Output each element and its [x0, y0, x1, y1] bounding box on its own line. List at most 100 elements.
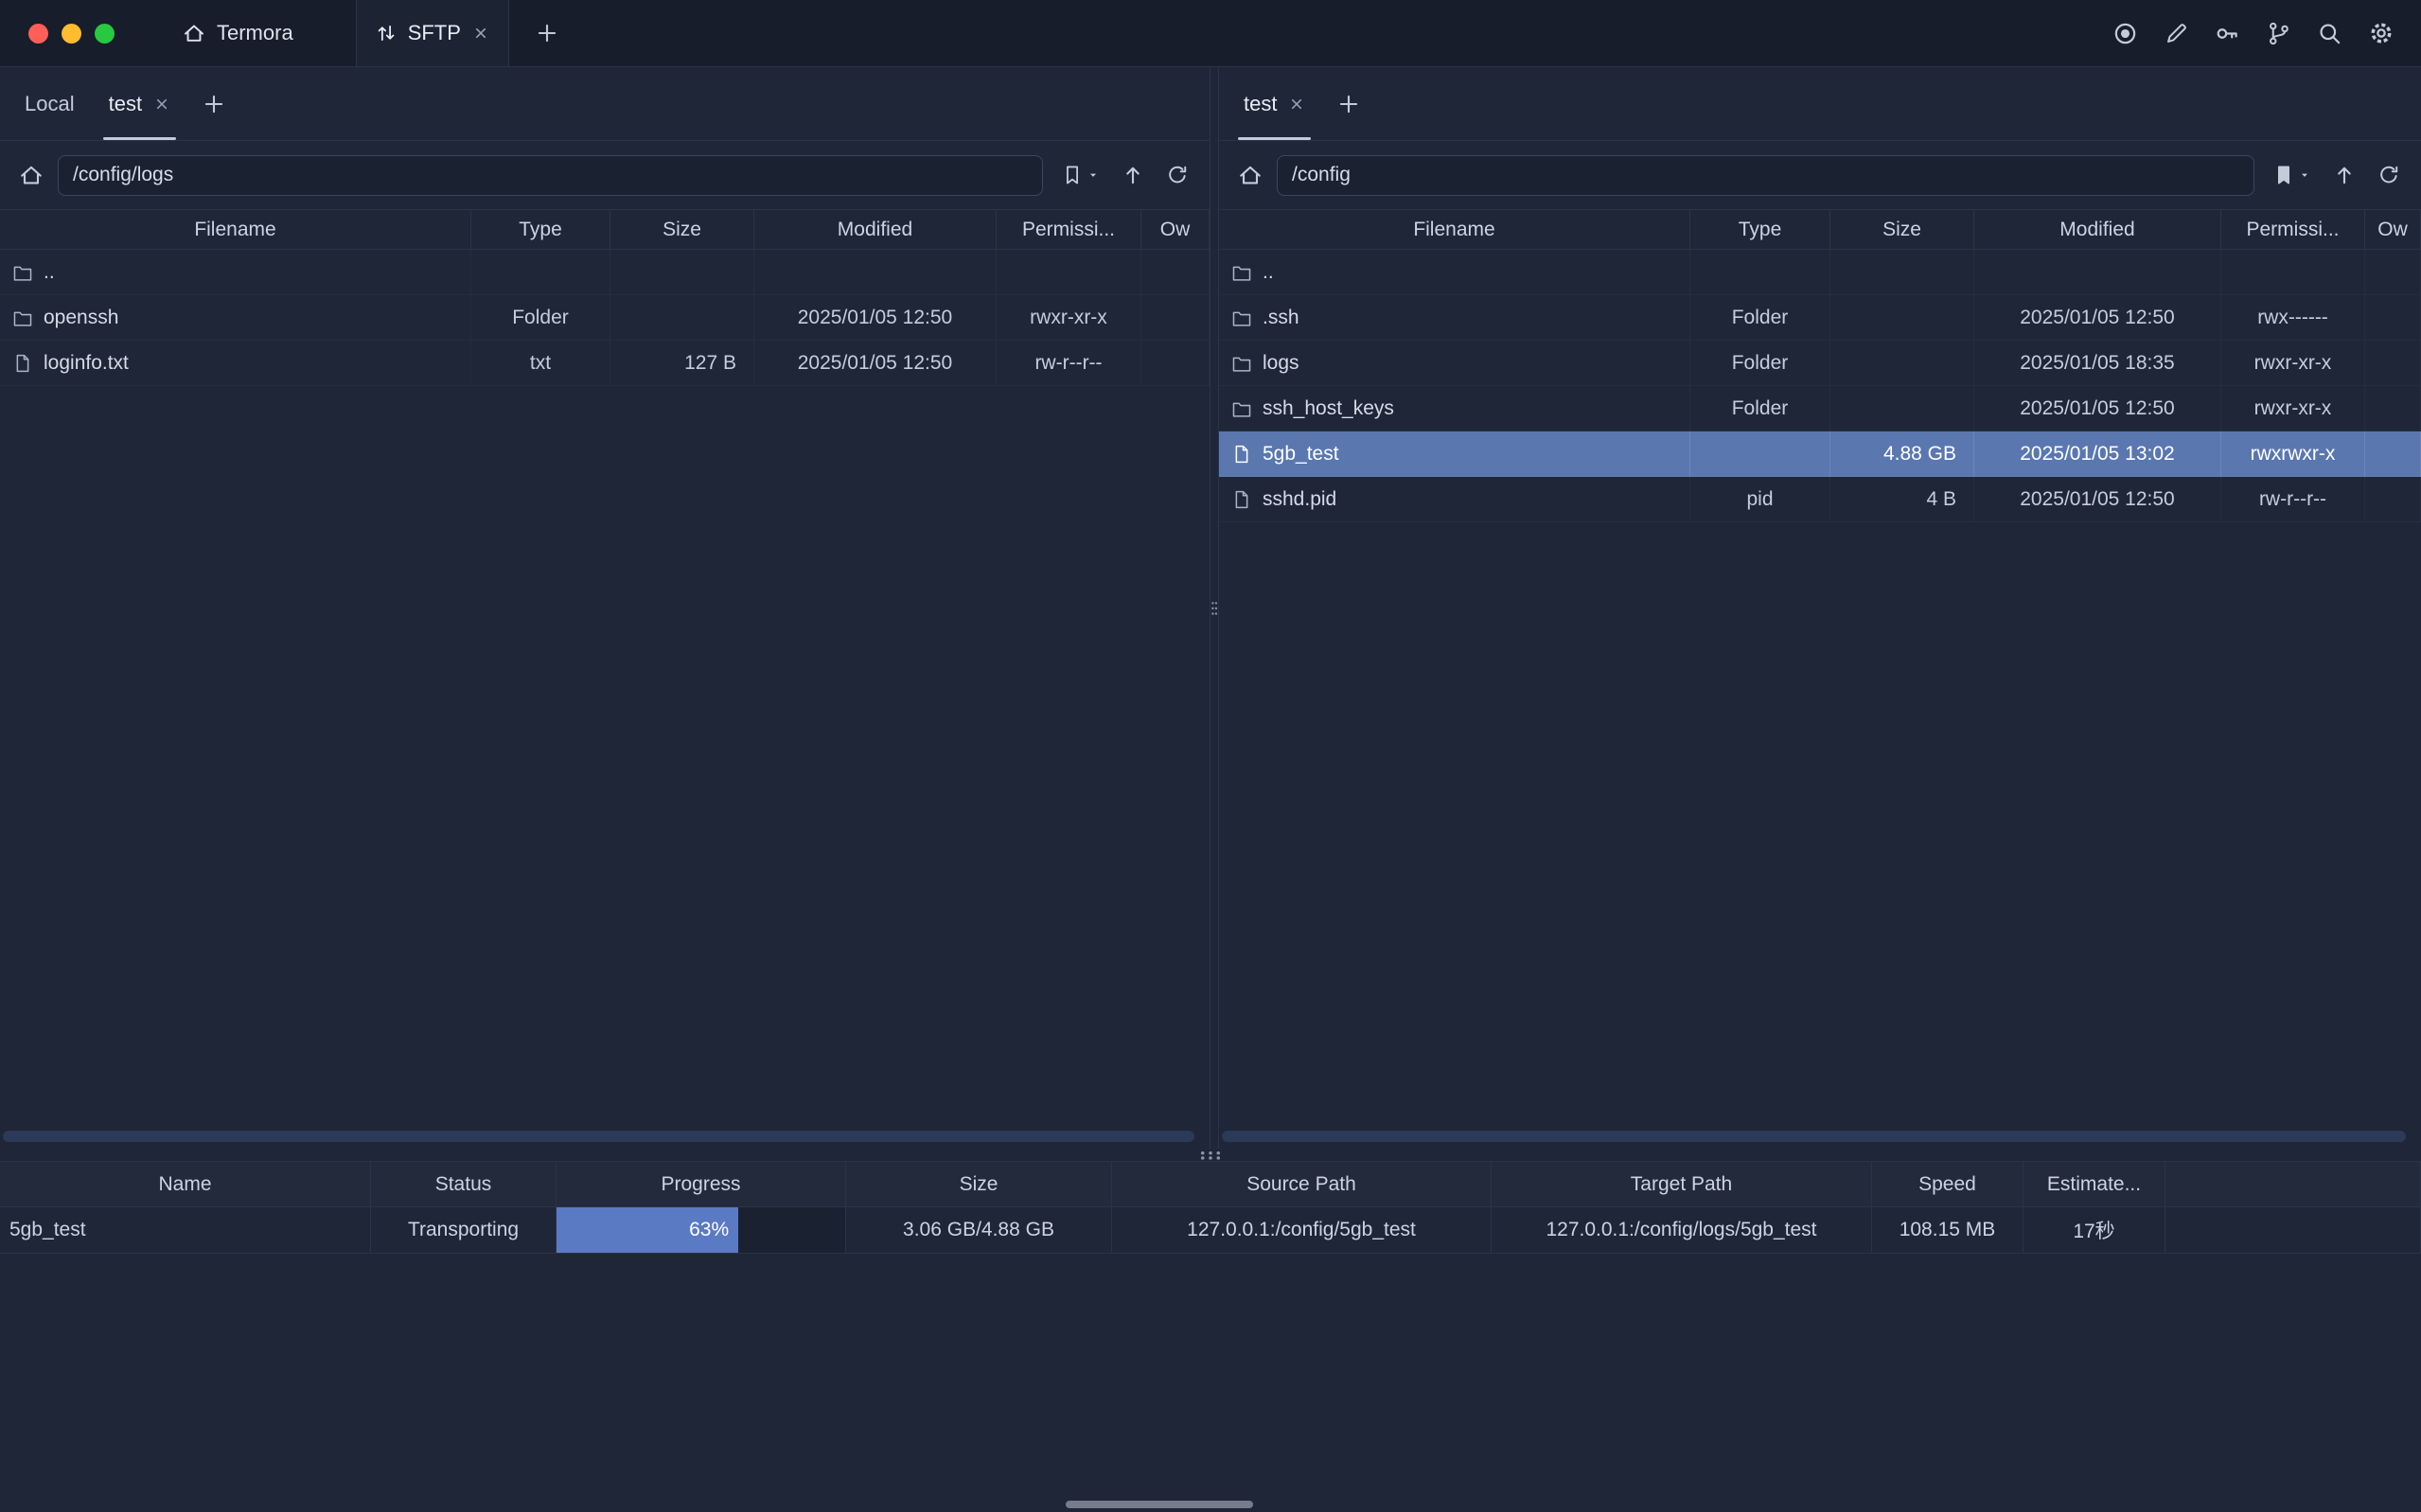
transfers-header: Name Status Progress Size Source Path Ta…	[0, 1161, 2421, 1207]
column-header-modified[interactable]: Modified	[754, 210, 997, 250]
transfers-splitter[interactable]	[0, 1149, 2421, 1161]
add-panel-tab-button[interactable]	[187, 67, 240, 140]
search-button[interactable]	[2317, 21, 2342, 46]
app-home-tab[interactable]: Termora	[183, 21, 293, 45]
progress-bar-fill: 63%	[557, 1207, 738, 1253]
bottom-horizontal-scrollbar-thumb[interactable]	[1066, 1501, 1253, 1508]
caret-down-icon	[1087, 168, 1100, 182]
progress-cell: 63%	[557, 1207, 846, 1254]
file-row-ssh-host-keys[interactable]: ssh_host_keys Folder 2025/01/05 12:50 rw…	[1219, 386, 2421, 431]
column-header-type[interactable]: Type	[1690, 210, 1830, 250]
column-header-modified[interactable]: Modified	[1974, 210, 2221, 250]
arrow-up-icon	[1122, 164, 1144, 186]
close-tab-icon[interactable]	[153, 96, 170, 113]
left-panel-tabs: Local test	[0, 67, 1210, 141]
new-window-tab-button[interactable]	[530, 16, 564, 50]
titlebar: Termora SFTP	[0, 0, 2421, 67]
left-table-header: Filename Type Size Modified Permissi... …	[0, 209, 1210, 250]
splitter-dots-icon	[1198, 1150, 1223, 1161]
right-bookmark-button[interactable]	[2269, 160, 2315, 190]
column-header-filename[interactable]: Filename	[0, 210, 471, 250]
column-header-size[interactable]: Size	[610, 210, 754, 250]
keys-button[interactable]	[2215, 21, 2240, 46]
caret-down-icon	[2298, 168, 2311, 182]
right-parent-dir-button[interactable]	[2329, 160, 2359, 190]
file-row-loginfo[interactable]: loginfo.txt txt 127 B 2025/01/05 12:50 r…	[0, 341, 1210, 386]
file-row-parent-dir[interactable]: ..	[0, 250, 1210, 295]
column-header-filename[interactable]: Filename	[1219, 210, 1690, 250]
right-refresh-button[interactable]	[2374, 160, 2404, 190]
scrollbar-thumb[interactable]	[3, 1131, 1194, 1142]
folder-icon	[1231, 353, 1252, 374]
column-header-estimate[interactable]: Estimate...	[2023, 1162, 2165, 1207]
right-table-header: Filename Type Size Modified Permissi... …	[1219, 209, 2421, 250]
settings-button[interactable]	[2368, 20, 2394, 46]
right-file-list: .. .ssh Folder 2025/01/05 12:50 rwx-----…	[1219, 250, 2421, 522]
record-button[interactable]	[2112, 21, 2138, 46]
search-icon	[2317, 21, 2342, 46]
column-header-type[interactable]: Type	[471, 210, 610, 250]
tab-test-right[interactable]: test	[1227, 67, 1322, 140]
close-tab-icon[interactable]	[1288, 96, 1305, 113]
file-row-5gb-test-selected[interactable]: 5gb_test 4.88 GB 2025/01/05 13:02 rwxrwx…	[1219, 431, 2421, 477]
key-icon	[2215, 21, 2240, 46]
transfer-row-5gb-test[interactable]: 5gb_test Transporting 63% 3.06 GB/4.88 G…	[0, 1207, 2421, 1254]
right-pathbar	[1219, 141, 2421, 209]
column-header-source-path[interactable]: Source Path	[1112, 1162, 1492, 1207]
minimize-window-button[interactable]	[62, 24, 81, 44]
file-row-sshd-pid[interactable]: sshd.pid pid 4 B 2025/01/05 12:50 rw-r--…	[1219, 477, 2421, 522]
column-header-target-path[interactable]: Target Path	[1492, 1162, 1872, 1207]
close-tab-icon[interactable]	[472, 25, 489, 42]
column-header-size[interactable]: Size	[846, 1162, 1112, 1207]
column-header-progress[interactable]: Progress	[557, 1162, 846, 1207]
zoom-window-button[interactable]	[95, 24, 115, 44]
right-file-panel: test	[1219, 67, 2421, 1149]
column-header-name[interactable]: Name	[0, 1162, 371, 1207]
file-row-openssh[interactable]: openssh Folder 2025/01/05 12:50 rwxr-xr-…	[0, 295, 1210, 341]
column-header-speed[interactable]: Speed	[1872, 1162, 2023, 1207]
titlebar-actions	[2112, 20, 2421, 46]
tab-test-left[interactable]: test	[92, 67, 187, 140]
progress-label: 63%	[689, 1219, 729, 1241]
column-header-permissions[interactable]: Permissi...	[997, 210, 1141, 250]
branch-icon	[2266, 21, 2291, 46]
left-file-list: .. openssh Folder 2025/01/05 12:50 rwxr-…	[0, 250, 1210, 386]
edit-button[interactable]	[2164, 21, 2189, 46]
tab-sftp-label: SFTP	[408, 21, 461, 45]
home-icon[interactable]	[1238, 163, 1263, 187]
left-refresh-button[interactable]	[1162, 160, 1193, 190]
file-row-ssh[interactable]: .ssh Folder 2025/01/05 12:50 rwx------	[1219, 295, 2421, 341]
close-window-button[interactable]	[28, 24, 48, 44]
panel-splitter[interactable]	[1210, 67, 1219, 1149]
column-header-status[interactable]: Status	[371, 1162, 557, 1207]
column-header-permissions[interactable]: Permissi...	[2221, 210, 2365, 250]
transfers-table: Name Status Progress Size Source Path Ta…	[0, 1161, 2421, 1254]
edit-icon	[2164, 21, 2189, 46]
scrollbar-thumb[interactable]	[1222, 1131, 2406, 1142]
add-panel-tab-button[interactable]	[1322, 67, 1375, 140]
right-path-input[interactable]	[1277, 155, 2254, 196]
folder-icon	[12, 308, 33, 328]
column-header-size[interactable]: Size	[1830, 210, 1974, 250]
left-horizontal-scrollbar	[3, 1131, 1207, 1142]
tab-sftp[interactable]: SFTP	[356, 0, 509, 66]
tab-local[interactable]: Local	[8, 67, 92, 140]
transfer-arrows-icon	[376, 23, 397, 44]
home-icon[interactable]	[19, 163, 44, 187]
column-header-spacer	[2165, 1162, 2421, 1207]
file-icon	[1231, 444, 1252, 465]
file-row-logs[interactable]: logs Folder 2025/01/05 18:35 rwxr-xr-x	[1219, 341, 2421, 386]
branch-button[interactable]	[2266, 21, 2291, 46]
file-row-parent-dir[interactable]: ..	[1219, 250, 2421, 295]
plus-icon	[203, 93, 225, 115]
plus-icon	[536, 22, 558, 44]
left-path-input[interactable]	[58, 155, 1043, 196]
bookmark-icon	[1061, 164, 1084, 186]
column-header-owner[interactable]: Ow	[2365, 210, 2421, 250]
left-bookmark-button[interactable]	[1057, 160, 1104, 190]
column-header-owner[interactable]: Ow	[1141, 210, 1210, 250]
record-icon	[2112, 21, 2138, 46]
left-parent-dir-button[interactable]	[1118, 160, 1148, 190]
refresh-icon	[1166, 164, 1189, 186]
termora-window: Termora SFTP Local te	[0, 0, 2421, 1512]
